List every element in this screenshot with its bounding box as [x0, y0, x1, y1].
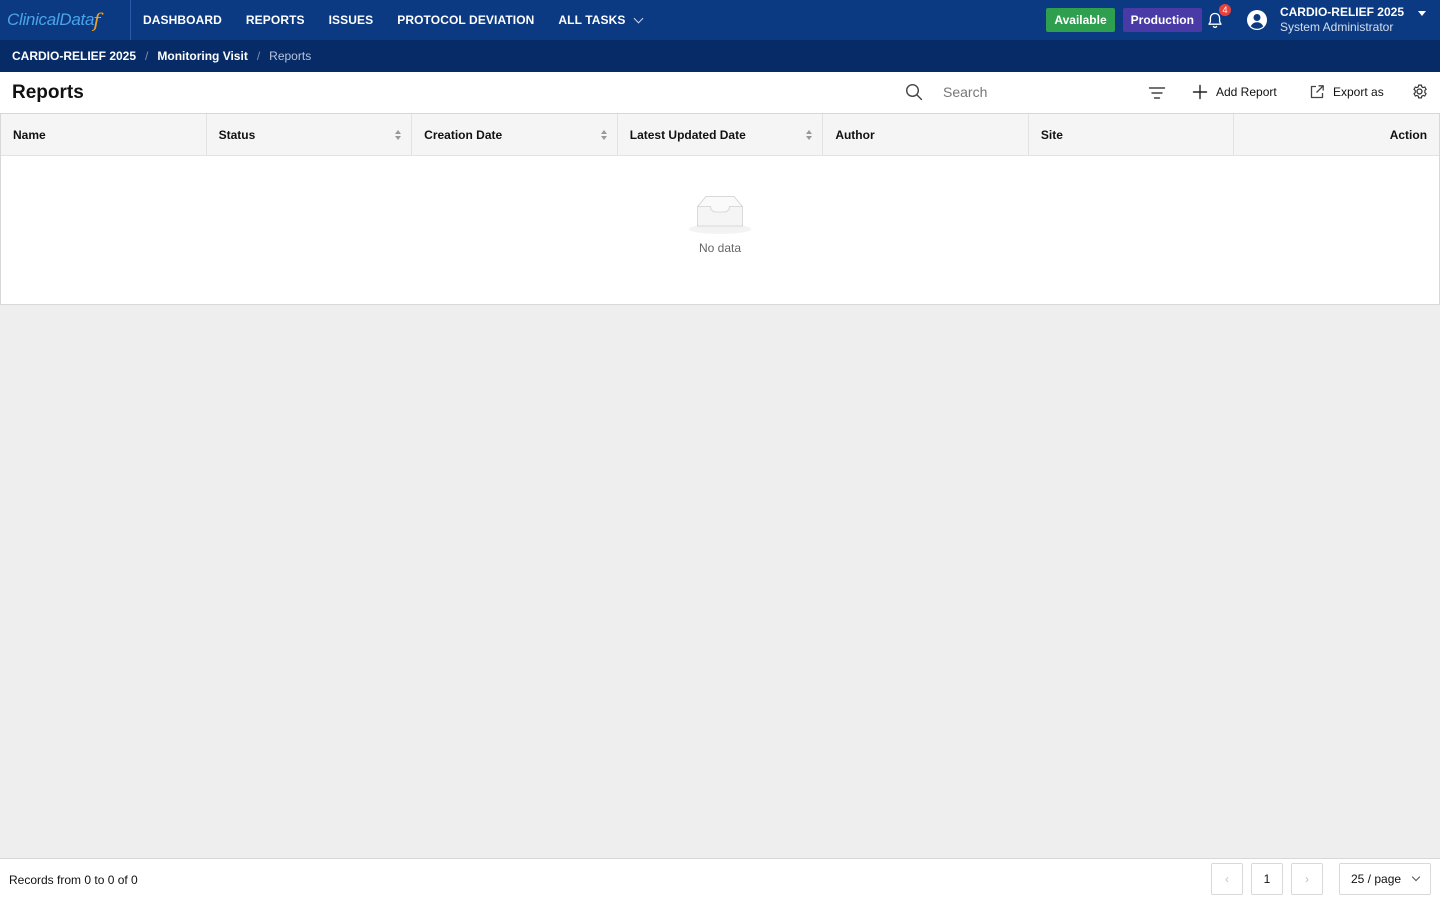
nav-reports-label: REPORTS	[245, 13, 305, 27]
page-toolbar: Reports Add Report Export as	[0, 72, 1440, 113]
search-box	[905, 80, 1133, 104]
empty-state: No data	[1, 156, 1439, 304]
chevron-down-icon	[1411, 872, 1421, 882]
column-label: Author	[835, 127, 875, 142]
column-label: Site	[1040, 127, 1063, 142]
top-right-area: Available Production 4 CARDIO-RELIEF 202…	[1046, 0, 1440, 40]
next-page-button[interactable]: ›	[1291, 863, 1323, 895]
logo-text: ClinicalData	[7, 10, 95, 29]
search-input[interactable]	[943, 84, 1133, 100]
breadcrumb: CARDIO-RELIEF 2025 / Monitoring Visit / …	[0, 40, 1440, 72]
breadcrumb-separator: /	[256, 49, 261, 63]
column-header-site[interactable]: Site	[1029, 114, 1235, 155]
top-navigation-bar: ClinicalData f DASHBOARD REPORTS ISSUES …	[0, 0, 1440, 40]
breadcrumb-separator: /	[145, 49, 149, 63]
column-header-latest-updated-date[interactable]: Latest Updated Date	[618, 114, 824, 155]
gear-icon[interactable]	[1411, 83, 1428, 100]
main-nav: DASHBOARD REPORTS ISSUES PROTOCOL DEVIAT…	[131, 0, 654, 40]
sort-icon[interactable]	[806, 129, 813, 140]
breadcrumb-monitoring-visit[interactable]: Monitoring Visit	[157, 49, 247, 63]
user-info: CARDIO-RELIEF 2025 System Administrator	[1280, 5, 1404, 35]
column-header-action: Action	[1234, 114, 1439, 155]
nav-protocol-deviation-label: PROTOCOL DEVIATION	[397, 13, 535, 27]
export-as-button[interactable]: Export as	[1309, 82, 1384, 102]
nav-protocol-deviation[interactable]: PROTOCOL DEVIATION	[385, 0, 546, 40]
nav-issues-label: ISSUES	[328, 13, 374, 27]
column-header-creation-date[interactable]: Creation Date	[412, 114, 618, 155]
page-size-value: 25 / page	[1351, 872, 1402, 886]
reports-table: Name Status Creation Date Latest Updated…	[0, 113, 1440, 305]
search-icon	[905, 83, 923, 101]
column-header-status[interactable]: Status	[207, 114, 413, 155]
nav-issues[interactable]: ISSUES	[317, 0, 386, 40]
logo-mark: f	[93, 8, 101, 32]
empty-state-text: No data	[698, 241, 742, 255]
nav-dashboard[interactable]: DASHBOARD	[131, 0, 234, 40]
user-study-name: CARDIO-RELIEF 2025	[1279, 5, 1404, 19]
column-label: Latest Updated Date	[629, 127, 746, 142]
column-label: Name	[13, 127, 46, 142]
chevron-down-icon	[633, 13, 643, 23]
page-title: Reports	[12, 81, 84, 103]
table-header: Name Status Creation Date Latest Updated…	[1, 114, 1439, 156]
filter-icon[interactable]	[1148, 84, 1166, 102]
app-logo[interactable]: ClinicalData f	[0, 0, 131, 40]
empty-inbox-icon	[689, 196, 751, 234]
caret-down-icon	[1418, 10, 1426, 16]
plus-icon	[1192, 84, 1208, 100]
user-role: System Administrator	[1279, 20, 1394, 34]
notification-count-badge: 4	[1218, 4, 1231, 16]
pagination: ‹ 1 › 25 / page	[1211, 863, 1431, 895]
sort-icon[interactable]	[395, 129, 402, 140]
nav-all-tasks[interactable]: ALL TASKS	[546, 0, 653, 40]
column-header-author[interactable]: Author	[823, 114, 1029, 155]
nav-dashboard-label: DASHBOARD	[143, 13, 222, 27]
user-avatar-icon	[1246, 10, 1267, 30]
status-badge-available: Available	[1046, 8, 1115, 32]
nav-reports[interactable]: REPORTS	[234, 0, 317, 40]
column-label: Action	[1389, 127, 1428, 142]
prev-page-button[interactable]: ‹	[1211, 863, 1243, 895]
table-footer: Records from 0 to 0 of 0 ‹ 1 › 25 / page	[0, 858, 1440, 900]
user-menu[interactable]: CARDIO-RELIEF 2025 System Administrator	[1246, 5, 1426, 35]
sort-icon[interactable]	[600, 129, 607, 140]
breadcrumb-current: Reports	[269, 49, 312, 63]
export-as-label: Export as	[1333, 85, 1384, 99]
column-label: Creation Date	[424, 127, 503, 142]
environment-badge: Production	[1122, 8, 1202, 32]
breadcrumb-study[interactable]: CARDIO-RELIEF 2025	[12, 49, 136, 63]
add-report-button[interactable]: Add Report	[1192, 82, 1277, 102]
page-size-select[interactable]: 25 / page	[1339, 863, 1431, 895]
records-summary: Records from 0 to 0 of 0	[9, 872, 138, 887]
column-header-name[interactable]: Name	[1, 114, 207, 155]
notifications-button[interactable]: 4	[1202, 4, 1231, 33]
nav-all-tasks-label: ALL TASKS	[558, 13, 626, 27]
column-label: Status	[218, 127, 256, 142]
page-number-button[interactable]: 1	[1251, 863, 1283, 895]
export-icon	[1310, 85, 1324, 99]
add-report-label: Add Report	[1216, 85, 1277, 99]
